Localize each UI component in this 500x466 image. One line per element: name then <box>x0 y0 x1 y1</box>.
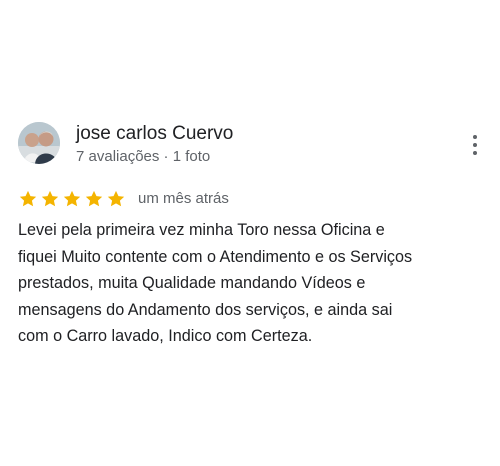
avatar-photo <box>18 122 60 164</box>
star-icon <box>41 190 59 207</box>
star-icon <box>19 190 37 207</box>
author-name[interactable]: jose carlos Cuervo <box>76 122 233 146</box>
star-icon <box>63 190 81 207</box>
star-icon <box>85 190 103 207</box>
author-meta: 7 avaliações · 1 foto <box>76 148 211 165</box>
more-vert-icon <box>473 135 477 155</box>
review-text: Levei pela primeira vez minha Toro nessa… <box>18 221 413 345</box>
avatar[interactable] <box>18 122 60 164</box>
review-card: jose carlos Cuervo 7 avaliações · 1 foto… <box>0 0 500 466</box>
more-options-button[interactable] <box>464 130 486 160</box>
star-icon <box>107 190 125 207</box>
review-date: um mês atrás <box>138 190 229 207</box>
star-rating <box>18 189 126 209</box>
rating-row: um mês atrás <box>18 188 229 210</box>
